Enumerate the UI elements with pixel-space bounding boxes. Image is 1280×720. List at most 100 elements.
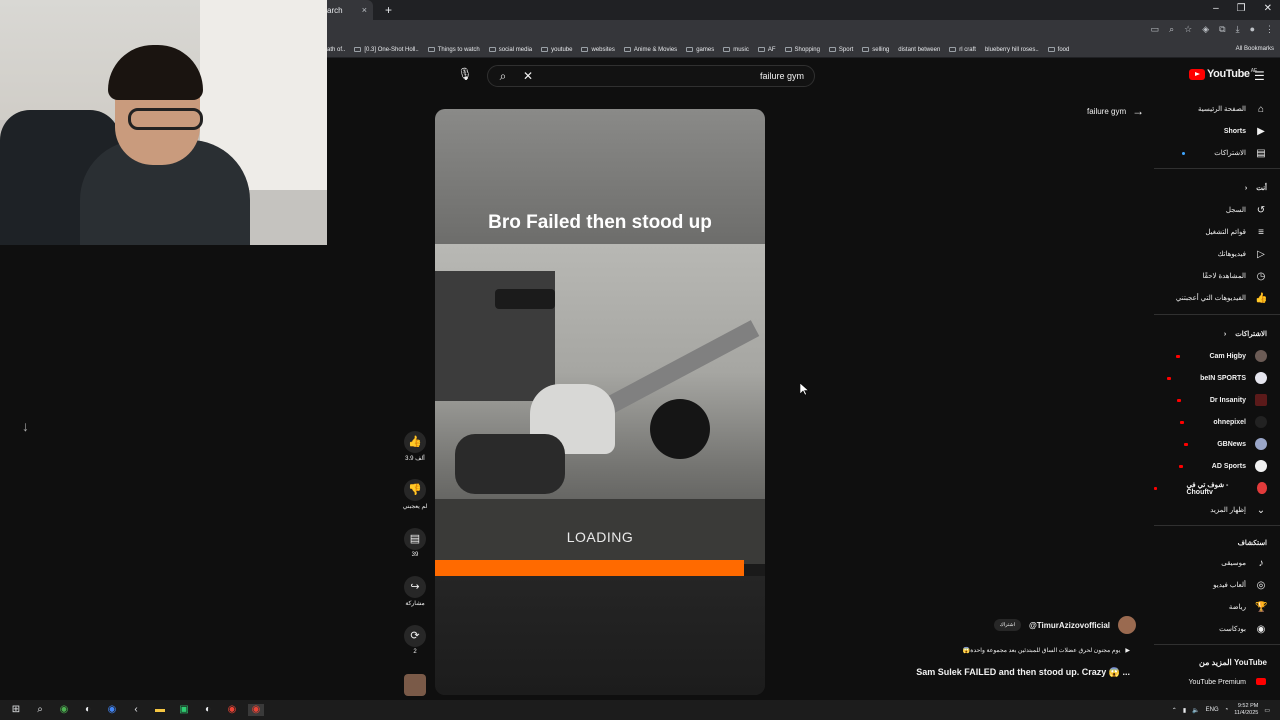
youtube-logo[interactable]: YouTube AE (1189, 68, 1257, 80)
browser-tab[interactable]: arch × (327, 0, 373, 20)
dislike-button[interactable]: 👎 لم يعجبني (397, 479, 433, 510)
sidebar-item-gaming[interactable]: ألعاب فيديو ◎ (1213, 578, 1267, 592)
search-icon[interactable]: ⌕ (32, 704, 48, 716)
steam-icon[interactable]: ◐ (200, 704, 216, 716)
video-title[interactable]: Sam Sulek FAILED and then stood up. Craz… (916, 667, 1130, 678)
bookmark[interactable]: distant between (898, 47, 940, 53)
comments-button[interactable]: ▤ 39 (397, 528, 433, 558)
notification-icon[interactable]: ▭ (1264, 707, 1270, 714)
bookmark[interactable]: ath of.. (327, 47, 345, 53)
puzzle-icon[interactable]: ⧉ (1219, 24, 1225, 35)
search-suggestion[interactable]: failure gym → (1087, 104, 1144, 118)
sidebar-show-more[interactable]: إظهار المزيد ⌄ (1210, 503, 1267, 517)
steam-icon[interactable]: ◐ (80, 704, 96, 716)
tab-close-icon[interactable]: × (362, 5, 367, 15)
sound-avatar[interactable] (397, 674, 433, 696)
sidebar-sub-channel[interactable]: GBNews (1184, 437, 1267, 451)
search-input[interactable] (538, 71, 814, 81)
extension-icon[interactable]: ◈ (1202, 24, 1209, 35)
sidebar-you-header[interactable]: › أنت (1245, 181, 1267, 195)
remix-button[interactable]: ⟳ 2 (397, 625, 433, 655)
maximize-icon[interactable]: ❐ (1237, 3, 1246, 14)
minimize-icon[interactable]: – (1213, 3, 1219, 14)
folder-icon (862, 47, 870, 52)
bookmark[interactable]: Sport (828, 47, 853, 53)
battery-icon[interactable]: ▮ (1183, 707, 1186, 714)
bookmark[interactable]: youtube (541, 47, 572, 53)
search-box[interactable]: ⌕ ✕ (487, 65, 815, 87)
network-icon[interactable]: ◔ (1225, 707, 1229, 713)
sidebar-sub-channel[interactable]: Dr Insanity (1176, 393, 1267, 407)
sidebar-item-shorts[interactable]: Shorts ▶ (1224, 124, 1267, 138)
microphone-icon[interactable]: 🎙 (457, 67, 473, 85)
sidebar-item-your-videos[interactable]: فيديوهاتك ▷ (1218, 247, 1267, 261)
shorts-player[interactable]: Bro Failed then stood up LOADING (435, 109, 765, 695)
bookmark[interactable]: selling (862, 47, 889, 53)
bookmark[interactable]: AF (757, 47, 776, 53)
bookmark[interactable]: [0.3] One-Shot Holl.. (354, 47, 419, 53)
sidebar-item-liked[interactable]: الفيديوهات التي أعجبتني 👍 (1176, 291, 1268, 305)
sidebar-item-subscriptions[interactable]: الاشتراكات ▤ (1182, 146, 1267, 160)
new-tab-icon[interactable]: + (385, 3, 392, 17)
video-description[interactable]: 😱يوم مجنون لحرق عضلات الساق للمبتدئين بع… (963, 647, 1130, 654)
search-icon[interactable]: ⌕ (488, 69, 518, 84)
bookmark[interactable]: Anime & Movies (623, 47, 677, 53)
menu-dots-icon[interactable]: ⋮ (1265, 24, 1274, 35)
sidebar-item-music[interactable]: موسيقى ♪ (1221, 556, 1267, 570)
sidebar-item-watch-later[interactable]: المشاهدة لاحقًا ◷ (1203, 269, 1267, 283)
windows-start-icon[interactable]: ⊞ (8, 704, 24, 716)
file-explorer-icon[interactable]: ▬ (152, 704, 168, 716)
clock[interactable]: 9:52 PM 11/4/2025 (1234, 703, 1258, 717)
share-button[interactable]: ↪ مشاركة (397, 576, 433, 607)
address-bar[interactable]: ▭ ⌕ ☆ ◈ ⧉ ⤓ ● ⋮ (327, 20, 1280, 42)
like-button[interactable]: 👍 3.9 ألف (397, 431, 433, 462)
cast-icon[interactable]: ▭ (1151, 24, 1160, 35)
chrome-active-icon[interactable]: ◉ (248, 704, 264, 716)
sidebar-item-podcasts[interactable]: بودكاست ◉ (1219, 622, 1267, 636)
sidebar-item-history[interactable]: السجل ↺ (1226, 203, 1267, 217)
downloads-icon[interactable]: ⤓ (1236, 24, 1240, 35)
sidebar-item-premium[interactable]: YouTube Premium (1189, 675, 1267, 689)
chrome-icon[interactable]: ◉ (224, 704, 240, 716)
sidebar-sub-channel[interactable]: AD Sports (1178, 459, 1267, 473)
sidebar-item-playlists[interactable]: قوائم التشغيل ≡ (1205, 225, 1267, 239)
sidebar-sub-channel[interactable]: Cam Higby (1176, 349, 1267, 363)
channel-avatar (1255, 460, 1267, 472)
language-indicator[interactable]: ENG (1206, 707, 1219, 713)
sidebar-sub-channel[interactable]: ohnepixel (1180, 415, 1267, 429)
sidebar-item-sports[interactable]: رياضة 🏆 (1229, 600, 1268, 614)
sidebar-sub-channel[interactable]: beIN SPORTS (1167, 371, 1267, 385)
app-icon[interactable]: ‹ (128, 704, 144, 716)
app-icon[interactable]: ▣ (176, 704, 192, 716)
folder-icon (623, 47, 631, 52)
bookmark[interactable]: Things to watch (427, 47, 480, 53)
zoom-icon[interactable]: ⌕ (1169, 24, 1174, 35)
bookmark[interactable]: games (686, 47, 714, 53)
close-icon[interactable]: ✕ (518, 69, 538, 83)
bookmark[interactable]: blueberry hill roses.. (985, 47, 1039, 53)
chevron-icon: › (1223, 330, 1227, 338)
sidebar-item-home[interactable]: الصفحة الرئيسية ⌂ (1198, 102, 1267, 116)
bookmark[interactable]: food (1047, 47, 1069, 53)
bookmark[interactable]: music (723, 47, 749, 53)
subscribe-button[interactable]: اشتراك (993, 619, 1021, 631)
bookmark[interactable]: websites (581, 47, 615, 53)
chrome-icon[interactable]: ◉ (56, 704, 72, 716)
sidebar-subs-header[interactable]: › الاشتراكات (1224, 327, 1267, 341)
arrow-down-icon[interactable]: ↓ (22, 418, 29, 434)
bookmark[interactable]: rl craft (949, 47, 976, 53)
youtube-page: 🎙 ⌕ ✕ YouTube AE ☰ failure gym → الصفحة … (327, 59, 1280, 700)
star-icon[interactable]: ☆ (1184, 24, 1192, 35)
bookmark[interactable]: Shopping (784, 47, 820, 53)
chrome-profile-icon[interactable]: ◉ (104, 704, 120, 716)
close-window-icon[interactable]: ✕ (1264, 3, 1272, 14)
channel-name[interactable]: @TimurAzizovofficial (1029, 621, 1110, 630)
all-bookmarks[interactable]: All Bookmarks (1236, 46, 1274, 52)
sidebar-sub-channel[interactable]: شوف تي في - Chouftv (1153, 481, 1267, 496)
channel-avatar[interactable] (1118, 616, 1136, 634)
bookmark[interactable]: social media (488, 47, 532, 53)
profile-icon[interactable]: ● (1250, 24, 1255, 35)
volume-icon[interactable]: 🔈 (1192, 707, 1199, 714)
hamburger-menu-icon[interactable]: ☰ (1254, 69, 1265, 83)
chevron-up-icon[interactable]: ⌃ (1172, 707, 1177, 714)
